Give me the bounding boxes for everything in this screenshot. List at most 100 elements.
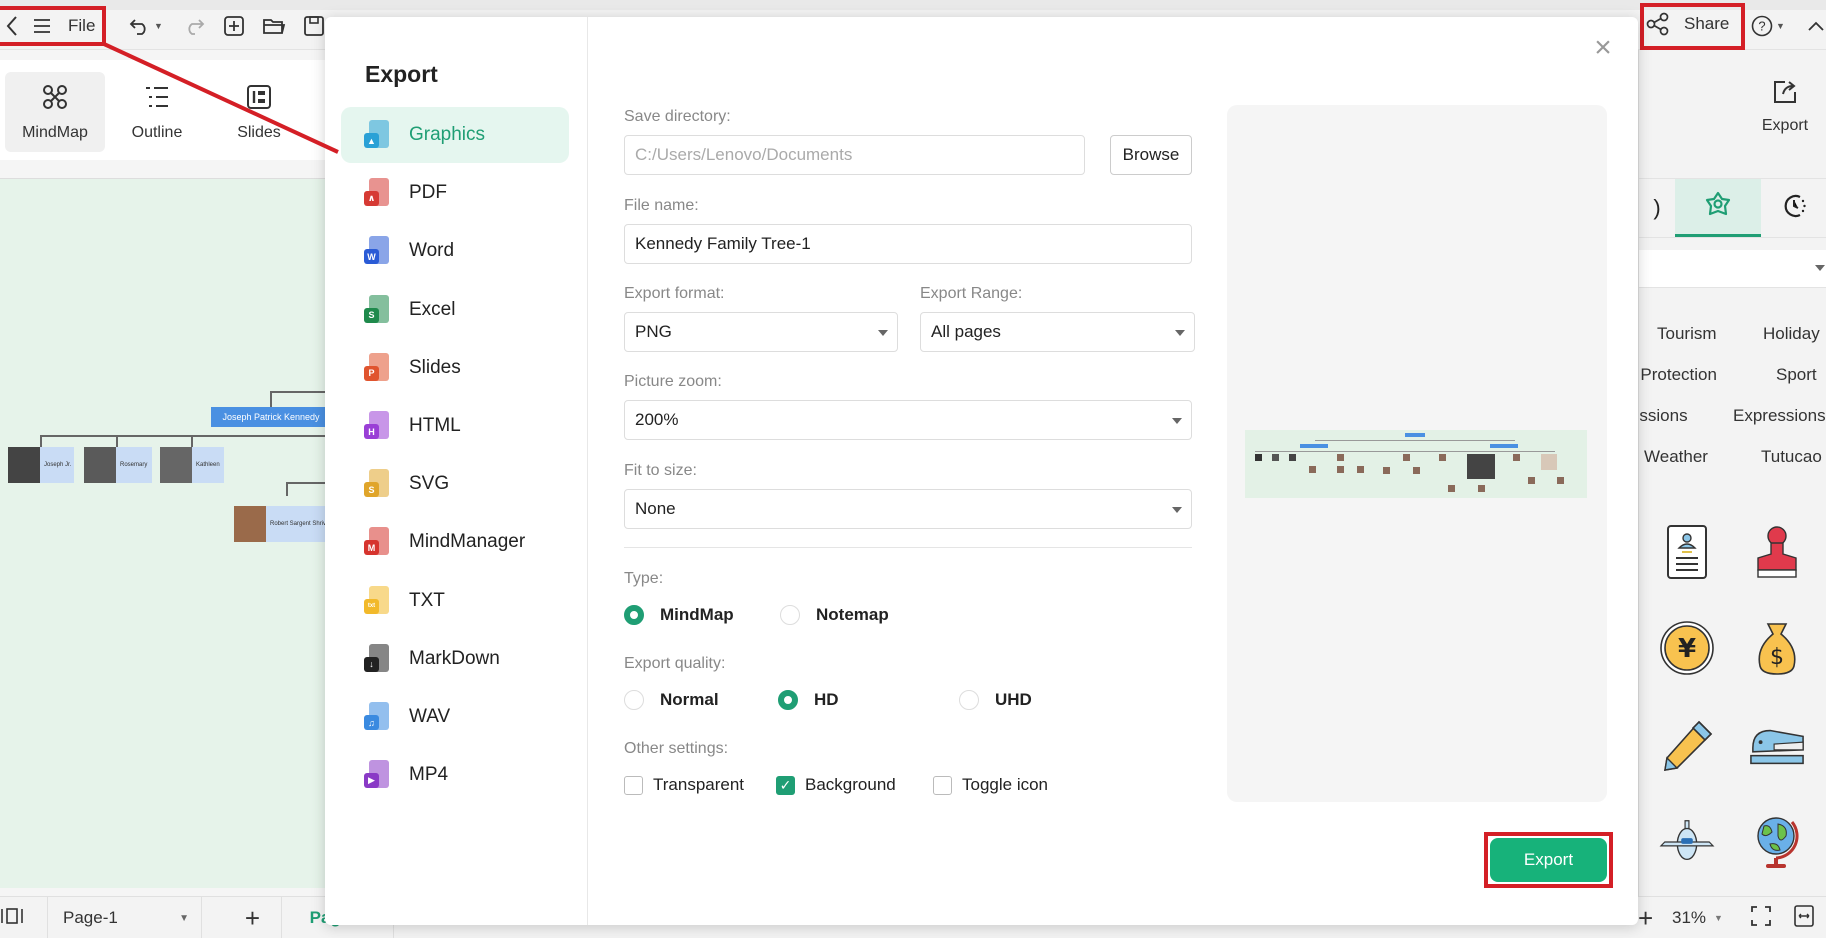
open-button[interactable] xyxy=(262,14,286,38)
page-select[interactable]: Page-1 ▼ xyxy=(47,897,202,938)
format-item-graphics[interactable]: ▲ Graphics xyxy=(341,107,569,163)
format-item-pdf[interactable]: ∧ PDF xyxy=(341,165,569,221)
format-item-mindmanager[interactable]: M MindManager xyxy=(341,514,569,570)
transparent-label: Transparent xyxy=(653,775,745,794)
preview-photo xyxy=(1478,485,1485,492)
format-item-excel[interactable]: S Excel xyxy=(341,282,569,338)
type-notemap-radio[interactable]: Notemap xyxy=(780,605,889,625)
format-item-wav[interactable]: ♫ WAV xyxy=(341,689,569,745)
preview-photo xyxy=(1557,477,1564,484)
category-tourism[interactable]: Tourism xyxy=(1657,324,1717,344)
root-node[interactable]: Joseph Patrick Kennedy xyxy=(211,407,325,427)
save-button[interactable] xyxy=(302,14,326,38)
view-mindmap-label: MindMap xyxy=(22,123,88,141)
id-card-icon[interactable] xyxy=(1659,524,1715,580)
zoom-level-select[interactable]: 31% ▼ xyxy=(1672,897,1723,938)
view-slides-button[interactable]: Slides xyxy=(209,72,309,152)
chevron-down-icon xyxy=(1175,330,1185,336)
svg-text:?: ? xyxy=(1758,19,1765,34)
sidebar-toggle-button[interactable] xyxy=(0,897,24,938)
file-badge: ▲ xyxy=(364,133,379,148)
format-item-txt[interactable]: txt TXT xyxy=(341,573,569,629)
help-button[interactable]: ? ▼ xyxy=(1750,14,1785,38)
globe-icon[interactable] xyxy=(1749,814,1805,870)
child-node[interactable]: Rosemary xyxy=(84,447,152,483)
connector-line xyxy=(40,435,325,437)
clipart-category-select[interactable] xyxy=(1639,250,1826,288)
quality-uhd-radio[interactable]: UHD xyxy=(959,690,1032,710)
person-photo xyxy=(234,506,266,542)
fit-width-button[interactable] xyxy=(1794,897,1814,938)
export-icon xyxy=(1771,78,1799,111)
category-weather[interactable]: Weather xyxy=(1644,447,1708,467)
quality-hd-label: HD xyxy=(814,690,839,709)
category-expressions[interactable]: Expressions xyxy=(1733,406,1826,426)
tab-partial-icon: ) xyxy=(1653,195,1661,220)
fit-to-size-select[interactable]: None xyxy=(624,489,1192,529)
fullscreen-button[interactable] xyxy=(1750,897,1772,938)
type-label: Type: xyxy=(624,570,664,587)
type-mindmap-label: MindMap xyxy=(660,605,734,624)
quality-hd-radio[interactable]: HD xyxy=(778,690,839,710)
outline-icon xyxy=(143,83,171,116)
add-page-button[interactable]: + xyxy=(225,897,280,938)
stapler-icon[interactable] xyxy=(1749,718,1805,774)
tab-history[interactable] xyxy=(1761,179,1826,237)
undo-button[interactable]: ▼ xyxy=(128,14,163,38)
export-range-select[interactable]: All pages xyxy=(920,312,1195,352)
quality-normal-radio[interactable]: Normal xyxy=(624,690,719,710)
money-bag-icon[interactable]: $ xyxy=(1749,620,1805,676)
file-name-input[interactable]: Kennedy Family Tree-1 xyxy=(624,224,1192,264)
preview-photo xyxy=(1528,477,1535,484)
background-checkbox[interactable]: ✓ Background xyxy=(776,775,896,795)
mindmanager-file-icon: M xyxy=(364,527,390,557)
panel-export-button[interactable]: Export xyxy=(1749,78,1821,135)
view-outline-button[interactable]: Outline xyxy=(107,72,207,152)
new-page-button[interactable] xyxy=(222,14,246,38)
fullscreen-icon xyxy=(1750,905,1772,932)
format-item-svg[interactable]: S SVG xyxy=(341,456,569,512)
redo-button[interactable] xyxy=(182,14,206,38)
category-tutucao[interactable]: Tutucao xyxy=(1761,447,1822,467)
section-divider xyxy=(624,547,1192,548)
markdown-file-icon: ↓ xyxy=(364,643,390,674)
picture-zoom-select[interactable]: 200% xyxy=(624,400,1192,440)
close-icon[interactable]: × xyxy=(1590,33,1616,63)
grandchild-node[interactable]: Robert Sargent Shriver xyxy=(234,506,325,542)
format-item-word[interactable]: W Word xyxy=(341,223,569,279)
export-format-select[interactable]: PNG xyxy=(624,312,898,352)
view-mindmap-button[interactable]: MindMap xyxy=(5,72,105,152)
preview-photo xyxy=(1309,466,1316,473)
radio-indicator xyxy=(780,605,800,625)
format-item-html[interactable]: H HTML xyxy=(341,398,569,454)
category-holiday[interactable]: Holiday xyxy=(1763,324,1820,344)
export-preview xyxy=(1227,105,1607,802)
yen-coin-icon[interactable]: ¥ xyxy=(1659,620,1715,676)
tab-clipart[interactable] xyxy=(1675,179,1761,237)
checkbox-indicator xyxy=(624,775,643,795)
file-badge: ▶ xyxy=(364,773,379,789)
view-slides-label: Slides xyxy=(237,123,281,141)
transparent-checkbox[interactable]: Transparent xyxy=(624,775,744,795)
browse-button[interactable]: Browse xyxy=(1110,135,1192,175)
zoom-in-button[interactable]: + xyxy=(1638,897,1653,938)
mp4-file-icon: ▶ xyxy=(364,760,390,790)
undo-dropdown-icon[interactable]: ▼ xyxy=(154,21,163,31)
airplane-icon[interactable] xyxy=(1659,814,1715,870)
child-node[interactable]: Kathleen xyxy=(160,447,224,483)
format-item-markdown[interactable]: ↓ MarkDown xyxy=(341,631,569,687)
preview-photo xyxy=(1513,454,1520,461)
stamp-icon[interactable] xyxy=(1749,524,1805,580)
child-node[interactable]: Joseph Jr. xyxy=(8,447,74,483)
category-sport[interactable]: Sport xyxy=(1776,365,1817,385)
save-directory-input[interactable]: C:/Users/Lenovo/Documents xyxy=(624,135,1085,175)
tab-partial[interactable]: ) xyxy=(1639,179,1675,237)
chevron-down-icon xyxy=(1815,265,1825,271)
toggle-icon-checkbox[interactable]: Toggle icon xyxy=(933,775,1048,795)
mindmap-canvas[interactable]: Joseph Patrick Kennedy Joseph Jr. Rosema… xyxy=(0,178,325,888)
format-item-slides[interactable]: P Slides xyxy=(341,340,569,396)
type-mindmap-radio[interactable]: MindMap xyxy=(624,605,734,625)
collapse-ribbon-button[interactable] xyxy=(1804,14,1826,38)
format-item-mp4[interactable]: ▶ MP4 xyxy=(341,747,569,803)
pencil-icon[interactable] xyxy=(1659,718,1715,774)
